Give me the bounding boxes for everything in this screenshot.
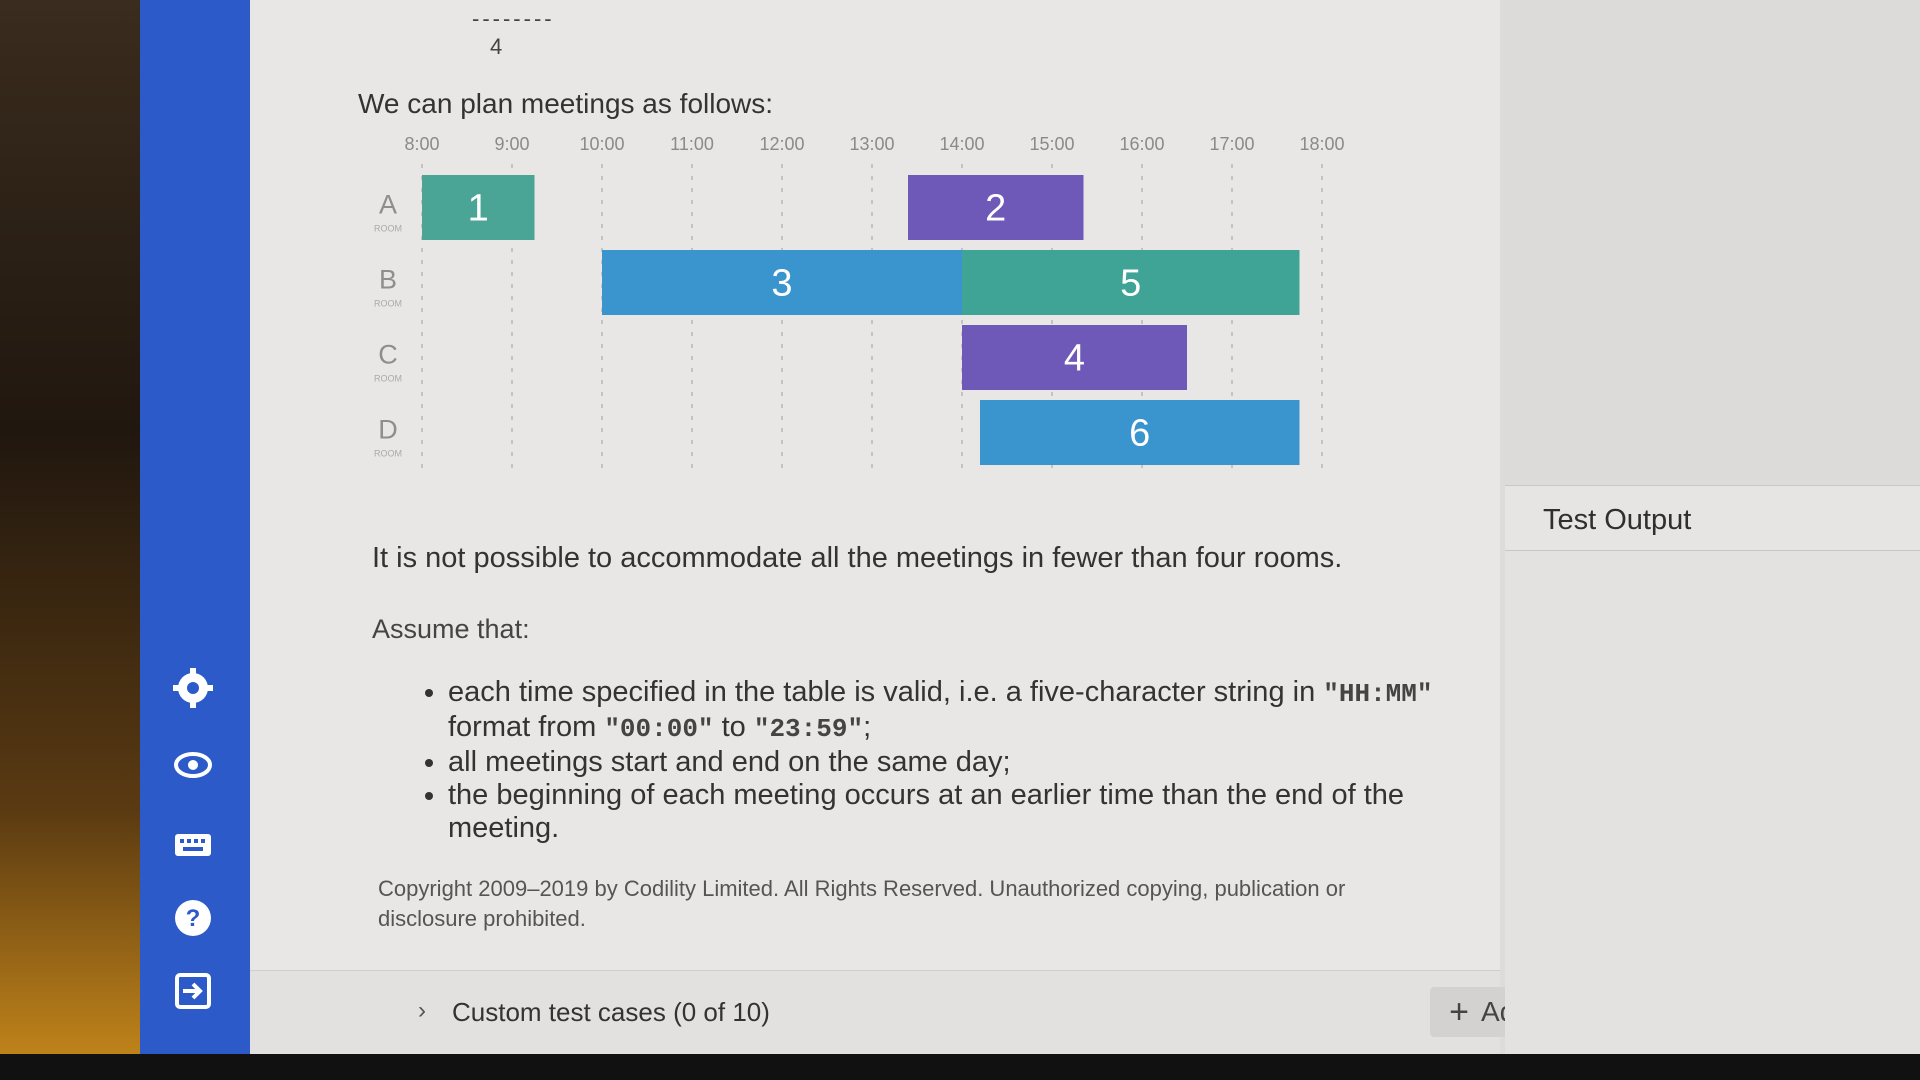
conclusion-text: It is not possible to accommodate all th… [372, 542, 1343, 574]
time-tick-label: 13:00 [849, 134, 894, 154]
time-tick-label: 11:00 [670, 134, 714, 154]
time-tick-label: 8:00 [404, 134, 439, 154]
settings-icon[interactable] [170, 665, 216, 711]
meeting-label: 4 [1064, 338, 1085, 380]
help-icon[interactable]: ? [170, 895, 216, 941]
plus-icon: + [1449, 993, 1470, 1031]
right-pane: Test Output [1505, 0, 1920, 1054]
previous-output-value: 4 [490, 34, 503, 59]
room-label: B [379, 265, 397, 295]
previous-output-dashes: -------- [472, 6, 555, 31]
photo-bezel-bottom [0, 1054, 1920, 1080]
meeting-label: 6 [1129, 413, 1150, 455]
exit-icon[interactable] [170, 968, 216, 1014]
time-tick-label: 16:00 [1119, 134, 1164, 154]
room-sublabel: ROOM [374, 224, 402, 234]
test-output-header: Test Output [1505, 485, 1920, 551]
eye-icon[interactable] [170, 742, 216, 788]
time-tick-label: 14:00 [939, 134, 984, 154]
editor-area [1505, 0, 1920, 485]
custom-test-cases-bar: › Custom test cases (0 of 10) + Add [250, 970, 1550, 1055]
room-label: A [379, 190, 397, 220]
time-tick-label: 10:00 [579, 134, 624, 154]
problem-panel: -------- 4 We can plan meetings as follo… [250, 0, 1550, 1055]
room-sublabel: ROOM [374, 299, 402, 309]
time-tick-label: 18:00 [1299, 134, 1344, 154]
meeting-label: 2 [985, 188, 1006, 230]
room-label: C [378, 340, 398, 370]
chevron-right-icon[interactable]: › [418, 997, 426, 1025]
sidebar: ? [140, 0, 250, 1054]
time-tick-label: 17:00 [1209, 134, 1254, 154]
assume-heading: Assume that: [372, 614, 530, 644]
list-item: all meetings start and end on the same d… [448, 746, 1448, 779]
assumptions-list: each time specified in the table is vali… [408, 676, 1448, 845]
time-tick-label: 9:00 [494, 134, 529, 154]
custom-test-cases-toggle[interactable]: Custom test cases (0 of 10) [452, 997, 770, 1028]
test-output-title: Test Output [1543, 504, 1692, 536]
copyright-notice: Copyright 2009–2019 by Codility Limited.… [378, 876, 1346, 931]
time-tick-label: 12:00 [759, 134, 804, 154]
svg-text:?: ? [186, 905, 201, 932]
photo-bezel-left [0, 0, 140, 1080]
time-tick-label: 15:00 [1029, 134, 1074, 154]
meeting-label: 5 [1120, 263, 1141, 305]
keyboard-icon[interactable] [170, 820, 216, 866]
room-sublabel: ROOM [374, 374, 402, 384]
intro-text: We can plan meetings as follows: [358, 88, 774, 119]
list-item: the beginning of each meeting occurs at … [448, 779, 1448, 845]
room-label: D [378, 415, 398, 445]
meeting-label: 1 [468, 188, 489, 230]
meeting-schedule-chart: 8:00 9:00 10:00 11:00 12:00 13:00 14:00 15:00 16… [374, 134, 1345, 470]
room-sublabel: ROOM [374, 449, 402, 459]
list-item: each time specified in the table is vali… [448, 676, 1448, 746]
screen: ? -------- 4 We can plan meetings as fol… [140, 0, 1920, 1055]
meeting-label: 3 [771, 263, 792, 305]
